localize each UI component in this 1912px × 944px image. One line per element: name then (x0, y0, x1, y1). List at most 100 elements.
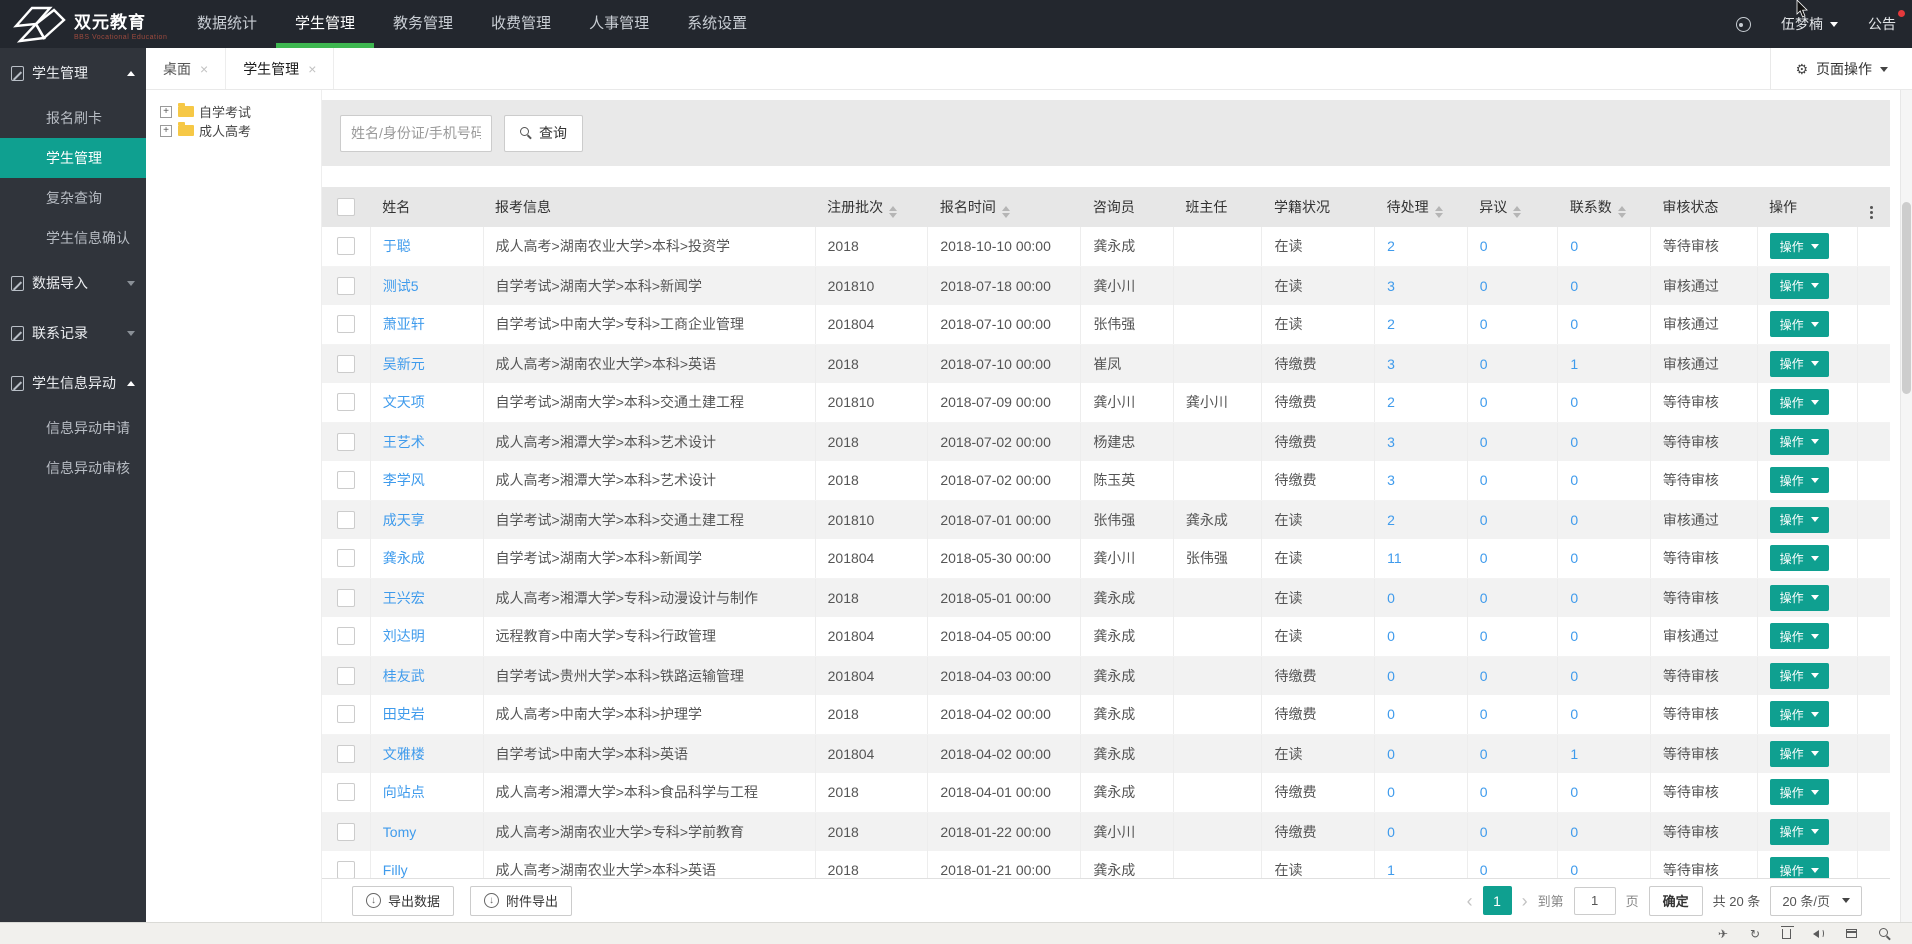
row-action-button[interactable]: 操作 (1770, 663, 1829, 689)
goto-page-input[interactable] (1574, 887, 1616, 915)
contact-count-link[interactable]: 0 (1570, 784, 1578, 800)
close-icon[interactable]: × (308, 61, 316, 77)
pending-count-link[interactable]: 1 (1387, 862, 1395, 878)
tree-node-adult-college-exam[interactable]: +成人高考 (160, 121, 321, 140)
dispute-count-link[interactable]: 0 (1480, 746, 1488, 762)
contact-count-link[interactable]: 0 (1570, 472, 1578, 488)
page-actions-menu[interactable]: ⚙ 页面操作 (1770, 48, 1912, 90)
sidebar-item-info-change-audit[interactable]: 信息异动审核 (0, 448, 146, 488)
dispute-count-link[interactable]: 0 (1480, 590, 1488, 606)
dispute-count-link[interactable]: 0 (1480, 356, 1488, 372)
sidebar-group-data-import[interactable]: 数据导入 (0, 258, 146, 308)
row-action-button[interactable]: 操作 (1770, 701, 1829, 727)
nav-fee-management[interactable]: 收费管理 (472, 0, 570, 48)
volume-icon[interactable] (1813, 929, 1824, 938)
student-name-link[interactable]: Tomy (383, 824, 416, 840)
sidebar-group-student-info-change[interactable]: 学生信息异动 (0, 358, 146, 408)
contact-count-link[interactable]: 0 (1570, 394, 1578, 410)
pending-count-link[interactable]: 2 (1387, 238, 1395, 254)
refresh-icon[interactable]: ↻ (1750, 928, 1760, 940)
contact-count-link[interactable]: 0 (1570, 668, 1578, 684)
contact-count-link[interactable]: 0 (1570, 824, 1578, 840)
student-name-link[interactable]: 桂友武 (383, 668, 425, 684)
dispute-count-link[interactable]: 0 (1480, 706, 1488, 722)
pending-count-link[interactable]: 3 (1387, 472, 1395, 488)
vertical-scrollbar[interactable] (1900, 90, 1912, 922)
dispute-count-link[interactable]: 0 (1480, 824, 1488, 840)
column-settings-icon[interactable] (1870, 206, 1873, 219)
row-checkbox[interactable] (337, 237, 355, 255)
notice-link[interactable]: 公告 (1868, 14, 1896, 34)
row-checkbox[interactable] (337, 277, 355, 295)
row-action-button[interactable]: 操作 (1770, 389, 1829, 415)
prev-page-button[interactable]: ‹ (1467, 892, 1473, 910)
trash-icon[interactable] (1782, 929, 1791, 939)
row-action-button[interactable]: 操作 (1770, 779, 1829, 805)
row-action-button[interactable]: 操作 (1770, 585, 1829, 611)
pending-count-link[interactable]: 0 (1387, 668, 1395, 684)
dispute-count-link[interactable]: 0 (1480, 862, 1488, 878)
row-checkbox[interactable] (337, 823, 355, 841)
row-checkbox[interactable] (337, 511, 355, 529)
page-size-select[interactable]: 20 条/页 (1770, 886, 1862, 916)
student-name-link[interactable]: 成天享 (383, 512, 425, 528)
row-checkbox[interactable] (337, 549, 355, 567)
student-name-link[interactable]: 于聪 (383, 238, 411, 254)
row-checkbox[interactable] (337, 627, 355, 645)
row-action-button[interactable]: 操作 (1770, 507, 1829, 533)
student-name-link[interactable]: 王艺术 (383, 434, 425, 450)
close-icon[interactable]: × (200, 61, 208, 77)
student-name-link[interactable]: 王兴宏 (383, 590, 425, 606)
row-checkbox[interactable] (337, 705, 355, 723)
dispute-count-link[interactable]: 0 (1480, 316, 1488, 332)
student-name-link[interactable]: Filly (383, 862, 408, 878)
pending-count-link[interactable]: 0 (1387, 784, 1395, 800)
expand-plus-icon[interactable]: + (160, 106, 172, 118)
row-checkbox[interactable] (337, 355, 355, 373)
student-name-link[interactable]: 萧亚轩 (383, 316, 425, 332)
student-name-link[interactable]: 向站点 (383, 784, 425, 800)
sidebar-group-contact-records[interactable]: 联系记录 (0, 308, 146, 358)
select-all-checkbox[interactable] (337, 198, 355, 216)
row-action-button[interactable]: 操作 (1770, 429, 1829, 455)
student-name-link[interactable]: 田史岩 (383, 706, 425, 722)
scrollbar-thumb[interactable] (1902, 202, 1911, 394)
row-action-button[interactable]: 操作 (1770, 819, 1829, 845)
row-checkbox[interactable] (337, 861, 355, 878)
contact-count-link[interactable]: 0 (1570, 238, 1578, 254)
sidebar-group-student-mgmt[interactable]: 学生管理 (0, 48, 146, 98)
theme-palette-icon[interactable] (1736, 17, 1751, 32)
dispute-count-link[interactable]: 0 (1480, 628, 1488, 644)
student-name-link[interactable]: 龚永成 (383, 550, 425, 566)
pending-count-link[interactable]: 0 (1387, 824, 1395, 840)
dispute-count-link[interactable]: 0 (1480, 472, 1488, 488)
pending-count-link[interactable]: 2 (1387, 394, 1395, 410)
pending-count-link[interactable]: 3 (1387, 278, 1395, 294)
student-name-link[interactable]: 文天项 (383, 394, 425, 410)
sidebar-item-info-change-apply[interactable]: 信息异动申请 (0, 408, 146, 448)
row-checkbox[interactable] (337, 393, 355, 411)
contact-count-link[interactable]: 0 (1570, 862, 1578, 878)
dispute-count-link[interactable]: 0 (1480, 512, 1488, 528)
contact-count-link[interactable]: 1 (1570, 746, 1578, 762)
student-name-link[interactable]: 李学风 (383, 472, 425, 488)
confirm-page-button[interactable]: 确定 (1649, 886, 1703, 916)
contact-count-link[interactable]: 0 (1570, 590, 1578, 606)
dispute-count-link[interactable]: 0 (1480, 434, 1488, 450)
contact-count-link[interactable]: 0 (1570, 706, 1578, 722)
row-checkbox[interactable] (337, 667, 355, 685)
sort-icon[interactable] (1435, 206, 1443, 218)
row-checkbox[interactable] (337, 433, 355, 451)
sidebar-item-complex-query[interactable]: 复杂查询 (0, 178, 146, 218)
row-action-button[interactable]: 操作 (1770, 311, 1829, 337)
row-checkbox[interactable] (337, 745, 355, 763)
nav-student-management[interactable]: 学生管理 (276, 0, 374, 48)
expand-plus-icon[interactable]: + (160, 125, 172, 137)
contact-count-link[interactable]: 0 (1570, 512, 1578, 528)
contact-count-link[interactable]: 0 (1570, 434, 1578, 450)
pending-count-link[interactable]: 0 (1387, 706, 1395, 722)
contact-count-link[interactable]: 0 (1570, 316, 1578, 332)
dispute-count-link[interactable]: 0 (1480, 668, 1488, 684)
contact-count-link[interactable]: 0 (1570, 550, 1578, 566)
student-name-link[interactable]: 文雅楼 (383, 746, 425, 762)
